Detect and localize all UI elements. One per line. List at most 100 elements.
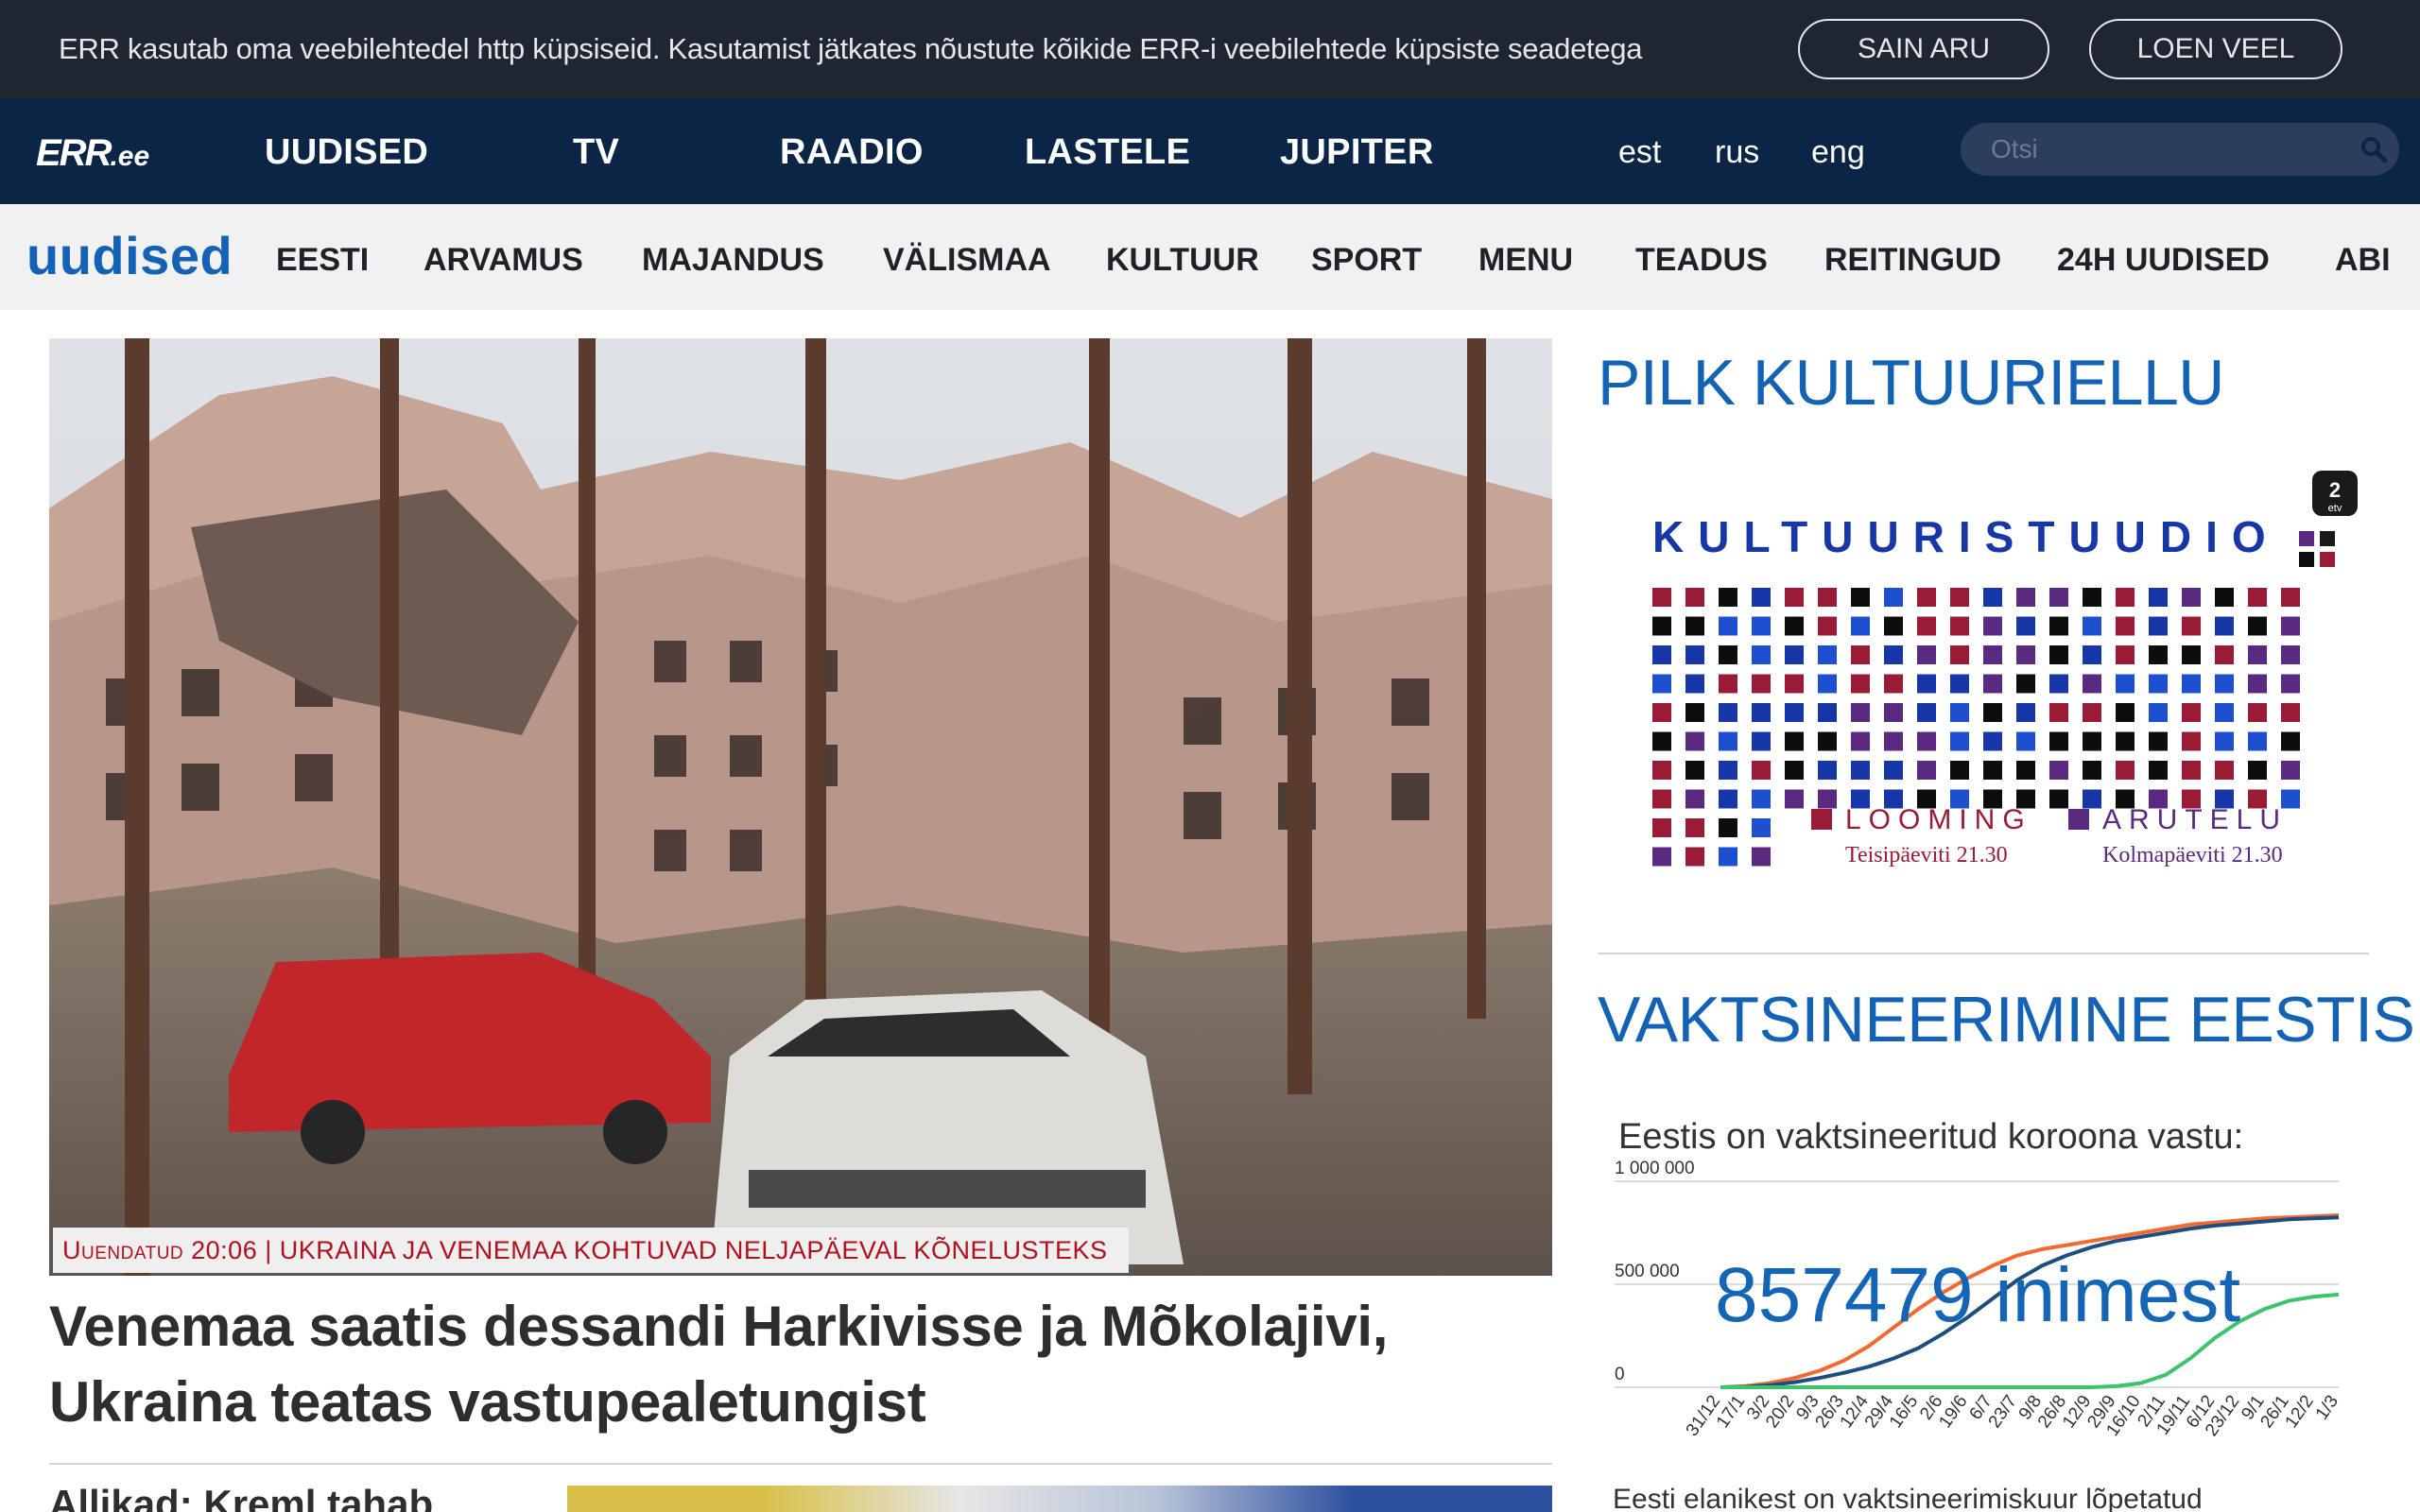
grid-square	[1884, 703, 1903, 722]
grid-square	[2149, 674, 2168, 694]
section-item-majandus[interactable]: MAJANDUS	[642, 242, 824, 279]
err-logo[interactable]: ERR.ee	[36, 132, 149, 175]
grid-square	[1685, 703, 1704, 722]
grid-square	[1685, 847, 1704, 867]
section-item-eesti[interactable]: EESTI	[276, 242, 369, 279]
section-item-24h-uudised[interactable]: 24H UUDISED	[2057, 242, 2270, 279]
section-item-arvamus[interactable]: ARVAMUS	[424, 242, 583, 279]
lang-eng-link[interactable]: eng	[1811, 134, 1865, 171]
grid-square	[1950, 761, 1969, 780]
nav-item-tv[interactable]: TV	[573, 132, 619, 173]
vaccination-footer-text: Eesti elanikest on vaktsineerimiskuur lõ…	[1613, 1484, 2203, 1512]
grid-square	[1983, 645, 2002, 664]
logo-main-text: ERR	[36, 132, 112, 174]
grid-square	[2083, 731, 2101, 751]
cookie-agree-button[interactable]: SAIN ARU	[1798, 19, 2049, 79]
nav-item-jupiter[interactable]: JUPITER	[1280, 132, 1434, 173]
grid-square	[2016, 761, 2035, 780]
grid-square	[1752, 645, 1771, 664]
nav-item-uudised[interactable]: UUDISED	[265, 132, 428, 173]
grid-square	[2116, 761, 2135, 780]
grid-square	[1950, 616, 1969, 636]
grid-square	[1719, 674, 1737, 694]
grid-square	[1719, 616, 1737, 636]
grid-square	[1752, 847, 1771, 867]
main-story-image[interactable]	[49, 338, 1552, 1276]
search-icon[interactable]	[2360, 135, 2388, 163]
grid-square	[1818, 588, 1837, 607]
grid-square	[1719, 645, 1737, 664]
grid-square	[2016, 703, 2035, 722]
grid-square	[1752, 818, 1771, 837]
grid-square	[1884, 616, 1903, 636]
search-input[interactable]	[1991, 132, 2350, 166]
grid-square	[1685, 789, 1704, 809]
grid-square	[1652, 645, 1671, 664]
grid-square	[2149, 588, 2168, 607]
section-navigation: uudised EESTI ARVAMUS MAJANDUS VÄLISMAA …	[0, 204, 2420, 310]
grid-square	[2182, 616, 2201, 636]
grid-square	[1685, 674, 1704, 694]
looming-square-icon	[1811, 809, 1832, 830]
secondary-story-image[interactable]	[567, 1486, 1552, 1512]
grid-square	[2083, 645, 2101, 664]
grid-square	[2083, 674, 2101, 694]
grid-square	[2016, 731, 2035, 751]
grid-square	[2116, 674, 2135, 694]
section-item-menu[interactable]: MENU	[1478, 242, 1573, 279]
kultuuristuudio-graphic: 2 etv KULTUURISTUUDIO LOOMING Teisipäevi…	[1652, 471, 2358, 868]
grid-square	[2016, 645, 2035, 664]
grid-square	[2248, 645, 2267, 664]
grid-square	[1818, 703, 1837, 722]
search-box	[1961, 123, 2399, 176]
grid-square	[2083, 789, 2101, 809]
badge-number: 2	[2329, 478, 2341, 502]
nav-item-lastele[interactable]: LASTELE	[1025, 132, 1190, 173]
lang-rus-link[interactable]: rus	[1715, 134, 1759, 171]
divider	[49, 1463, 1552, 1465]
grid-square	[2083, 588, 2101, 607]
sidebar-title-kultuur: PILK KULTUURIELLU	[1598, 347, 2224, 419]
grid-square	[1685, 645, 1704, 664]
grid-square	[2149, 731, 2168, 751]
section-item-sport[interactable]: SPORT	[1311, 242, 1422, 279]
cookie-read-more-button[interactable]: LOEN VEEL	[2089, 19, 2342, 79]
grid-square	[1652, 847, 1671, 867]
grid-square	[1818, 674, 1837, 694]
grid-square	[1818, 731, 1837, 751]
nav-item-raadio[interactable]: RAADIO	[780, 132, 924, 173]
main-navigation: ERR.ee UUDISED TV RAADIO LASTELE JUPITER…	[0, 98, 2420, 204]
grid-square	[1917, 703, 1936, 722]
section-item-abi[interactable]: ABI	[2335, 242, 2391, 279]
section-item-valismaa[interactable]: VÄLISMAA	[883, 242, 1051, 279]
section-item-teadus[interactable]: TEADUS	[1635, 242, 1768, 279]
grid-square	[1752, 674, 1771, 694]
section-item-reitingud[interactable]: REITINGUD	[1824, 242, 2001, 279]
grid-square	[2215, 703, 2234, 722]
grid-square	[1785, 703, 1804, 722]
grid-square	[1851, 588, 1870, 607]
grid-square	[2116, 616, 2135, 636]
grid-square	[1685, 588, 1704, 607]
grid-square	[1983, 616, 2002, 636]
show2-time: Kolmapäeviti 21.30	[2102, 843, 2283, 868]
grid-square	[1652, 674, 1671, 694]
headline-line-1: Venemaa saatis dessandi Harkivisse ja Mõ…	[49, 1295, 1389, 1358]
grid-square	[1917, 645, 1936, 664]
kultuuristuudio-banner[interactable]: 2 etv KULTUURISTUUDIO LOOMING Teisipäevi…	[1598, 452, 2369, 902]
grid-square	[2083, 616, 2101, 636]
lang-est-link[interactable]: est	[1618, 134, 1661, 171]
vaccination-widget[interactable]: Eestis on vaktsineeritud koroona vastu: …	[1598, 1106, 2369, 1465]
grid-square	[2215, 645, 2234, 664]
grid-square	[1752, 616, 1771, 636]
secondary-story-headline[interactable]: Allikad: Kreml tahab	[49, 1482, 433, 1512]
grid-square	[2281, 588, 2300, 607]
grid-square	[1950, 674, 1969, 694]
main-story-headline[interactable]: Venemaa saatis dessandi Harkivisse ja Mõ…	[49, 1289, 1552, 1440]
section-item-kultuur[interactable]: KULTUUR	[1106, 242, 1259, 279]
grid-square	[1685, 818, 1704, 837]
section-title-uudised[interactable]: uudised	[26, 225, 233, 286]
badge-label: etv	[2328, 503, 2342, 514]
sidebar-divider	[1598, 953, 2369, 954]
grid-square	[1785, 645, 1804, 664]
